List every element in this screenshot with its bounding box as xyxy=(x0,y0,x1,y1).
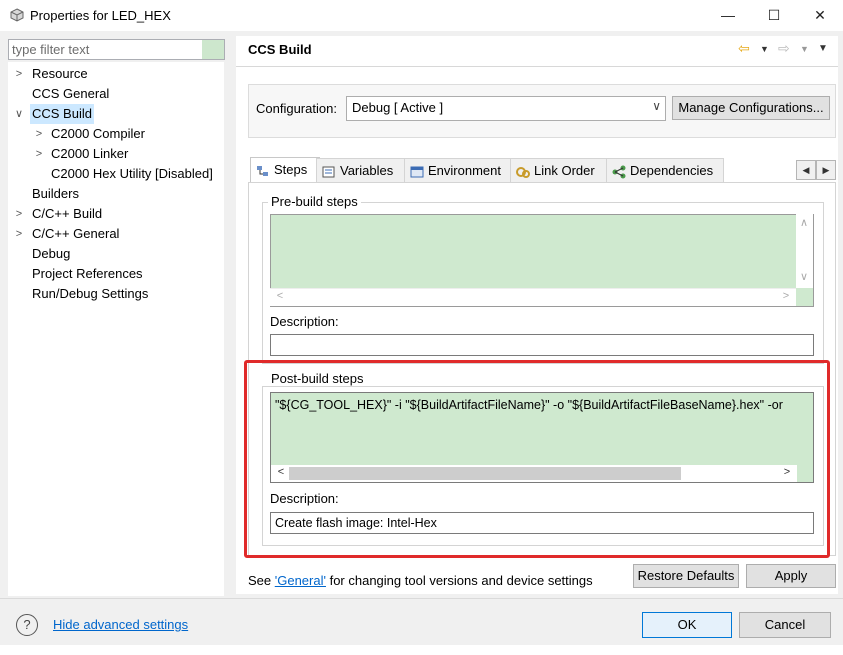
back-arrow-icon[interactable]: ⇦ xyxy=(738,40,750,57)
maximize-icon: ☐ xyxy=(767,7,781,23)
tree-item-label: C2000 Linker xyxy=(51,146,129,161)
tree-item-label: C/C++ Build xyxy=(32,206,103,221)
environment-icon xyxy=(410,166,424,178)
chevron-right-icon[interactable]: > xyxy=(12,204,26,224)
filter-input[interactable] xyxy=(9,40,205,59)
tab-label: Steps xyxy=(274,162,308,177)
chevron-down-icon: ∨ xyxy=(652,99,661,113)
divider xyxy=(236,66,838,67)
chevron-right-icon[interactable]: > xyxy=(12,64,26,84)
chevron-right-icon[interactable]: > xyxy=(32,144,46,164)
properties-tree: > Resource CCS General ∨ CCS Build > C20… xyxy=(8,62,224,596)
tree-item-label: Run/Debug Settings xyxy=(32,286,149,301)
pre-build-horizontal-scrollbar[interactable]: < > xyxy=(270,288,796,306)
general-settings-hint: See 'General' for changing tool versions… xyxy=(248,573,593,588)
tab-label: Environment xyxy=(428,163,501,178)
highlight-box xyxy=(244,360,830,558)
app-icon xyxy=(10,8,24,22)
configuration-value: Debug [ Active ] xyxy=(352,100,444,115)
pre-build-description-input[interactable] xyxy=(270,334,814,356)
scroll-left-icon[interactable]: < xyxy=(272,290,288,302)
tab-dependencies[interactable]: Dependencies xyxy=(606,158,724,182)
scroll-down-icon[interactable]: ∨ xyxy=(796,270,812,283)
title-bar: Properties for LED_HEX — ☐ ✕ xyxy=(0,0,843,31)
hint-prefix: See xyxy=(248,573,275,588)
scroll-right-icon[interactable]: > xyxy=(778,290,794,302)
tab-label: Dependencies xyxy=(630,163,714,178)
general-link[interactable]: 'General' xyxy=(275,573,326,588)
tab-scroll-right-icon[interactable]: ▶ xyxy=(816,160,836,180)
tree-item-label: Resource xyxy=(32,66,88,81)
tree-item-label: Debug xyxy=(32,246,71,261)
apply-button[interactable]: Apply xyxy=(746,564,836,588)
configuration-select[interactable]: Debug [ Active ] ∨ xyxy=(346,96,666,121)
tab-bar: Steps Variables Environment Link Order D… xyxy=(248,157,838,183)
window-title: Properties for LED_HEX xyxy=(30,8,171,23)
help-icon[interactable]: ? xyxy=(16,614,38,636)
tree-item-label: Project References xyxy=(32,266,143,281)
forward-dropdown-icon[interactable]: ▼ xyxy=(800,44,809,54)
tree-item-label: C2000 Compiler xyxy=(51,126,145,141)
tab-link-order[interactable]: Link Order xyxy=(510,158,610,182)
hint-suffix: for changing tool versions and device se… xyxy=(325,573,593,588)
chevron-right-icon[interactable]: > xyxy=(12,224,26,244)
tab-scroll-left-icon[interactable]: ◀ xyxy=(796,160,816,180)
link-order-icon xyxy=(516,166,530,178)
variables-icon xyxy=(322,166,335,178)
tree-item-label: C/C++ General xyxy=(32,226,120,241)
page-title: CCS Build xyxy=(248,42,312,57)
configuration-label: Configuration: xyxy=(256,101,337,116)
close-icon: ✕ xyxy=(814,7,826,23)
steps-icon xyxy=(257,165,268,176)
pre-build-description-label: Description: xyxy=(270,314,339,329)
back-dropdown-icon[interactable]: ▼ xyxy=(760,44,769,54)
restore-defaults-button[interactable]: Restore Defaults xyxy=(633,564,739,588)
tree-item-label: C2000 Hex Utility [Disabled] xyxy=(51,166,213,181)
ok-button[interactable]: OK xyxy=(642,612,732,638)
scroll-up-icon[interactable]: ∧ xyxy=(796,216,812,229)
forward-arrow-icon[interactable]: ⇨ xyxy=(778,40,790,57)
cancel-button[interactable]: Cancel xyxy=(739,612,831,638)
hide-advanced-settings-link[interactable]: Hide advanced settings xyxy=(53,617,188,632)
tree-item-label: CCS Build xyxy=(30,104,94,124)
minimize-icon: — xyxy=(721,7,735,23)
minimize-button[interactable]: — xyxy=(705,0,751,31)
tree-item-label: Builders xyxy=(32,186,79,201)
tree-item-label: CCS General xyxy=(32,86,110,101)
tab-label: Variables xyxy=(340,163,394,178)
divider xyxy=(0,598,843,599)
window-bottom-edge xyxy=(0,645,843,655)
chevron-right-icon[interactable]: > xyxy=(32,124,46,144)
maximize-button[interactable]: ☐ xyxy=(751,0,797,31)
pre-build-vertical-scrollbar[interactable]: ∧ ∨ xyxy=(796,214,813,288)
view-menu-icon[interactable]: ▼ xyxy=(818,43,828,54)
tab-label: Link Order xyxy=(534,163,595,178)
tab-variables[interactable]: Variables xyxy=(316,158,406,182)
filter-field[interactable] xyxy=(8,39,225,60)
tab-steps[interactable]: Steps xyxy=(250,157,320,183)
dependencies-icon xyxy=(612,165,626,179)
tab-environment[interactable]: Environment xyxy=(404,158,512,182)
filter-clear-icon[interactable] xyxy=(202,40,224,59)
chevron-down-icon[interactable]: ∨ xyxy=(12,104,26,124)
manage-configurations-button[interactable]: Manage Configurations... xyxy=(672,96,830,120)
pre-build-legend: Pre-build steps xyxy=(268,194,361,209)
close-button[interactable]: ✕ xyxy=(797,0,843,31)
